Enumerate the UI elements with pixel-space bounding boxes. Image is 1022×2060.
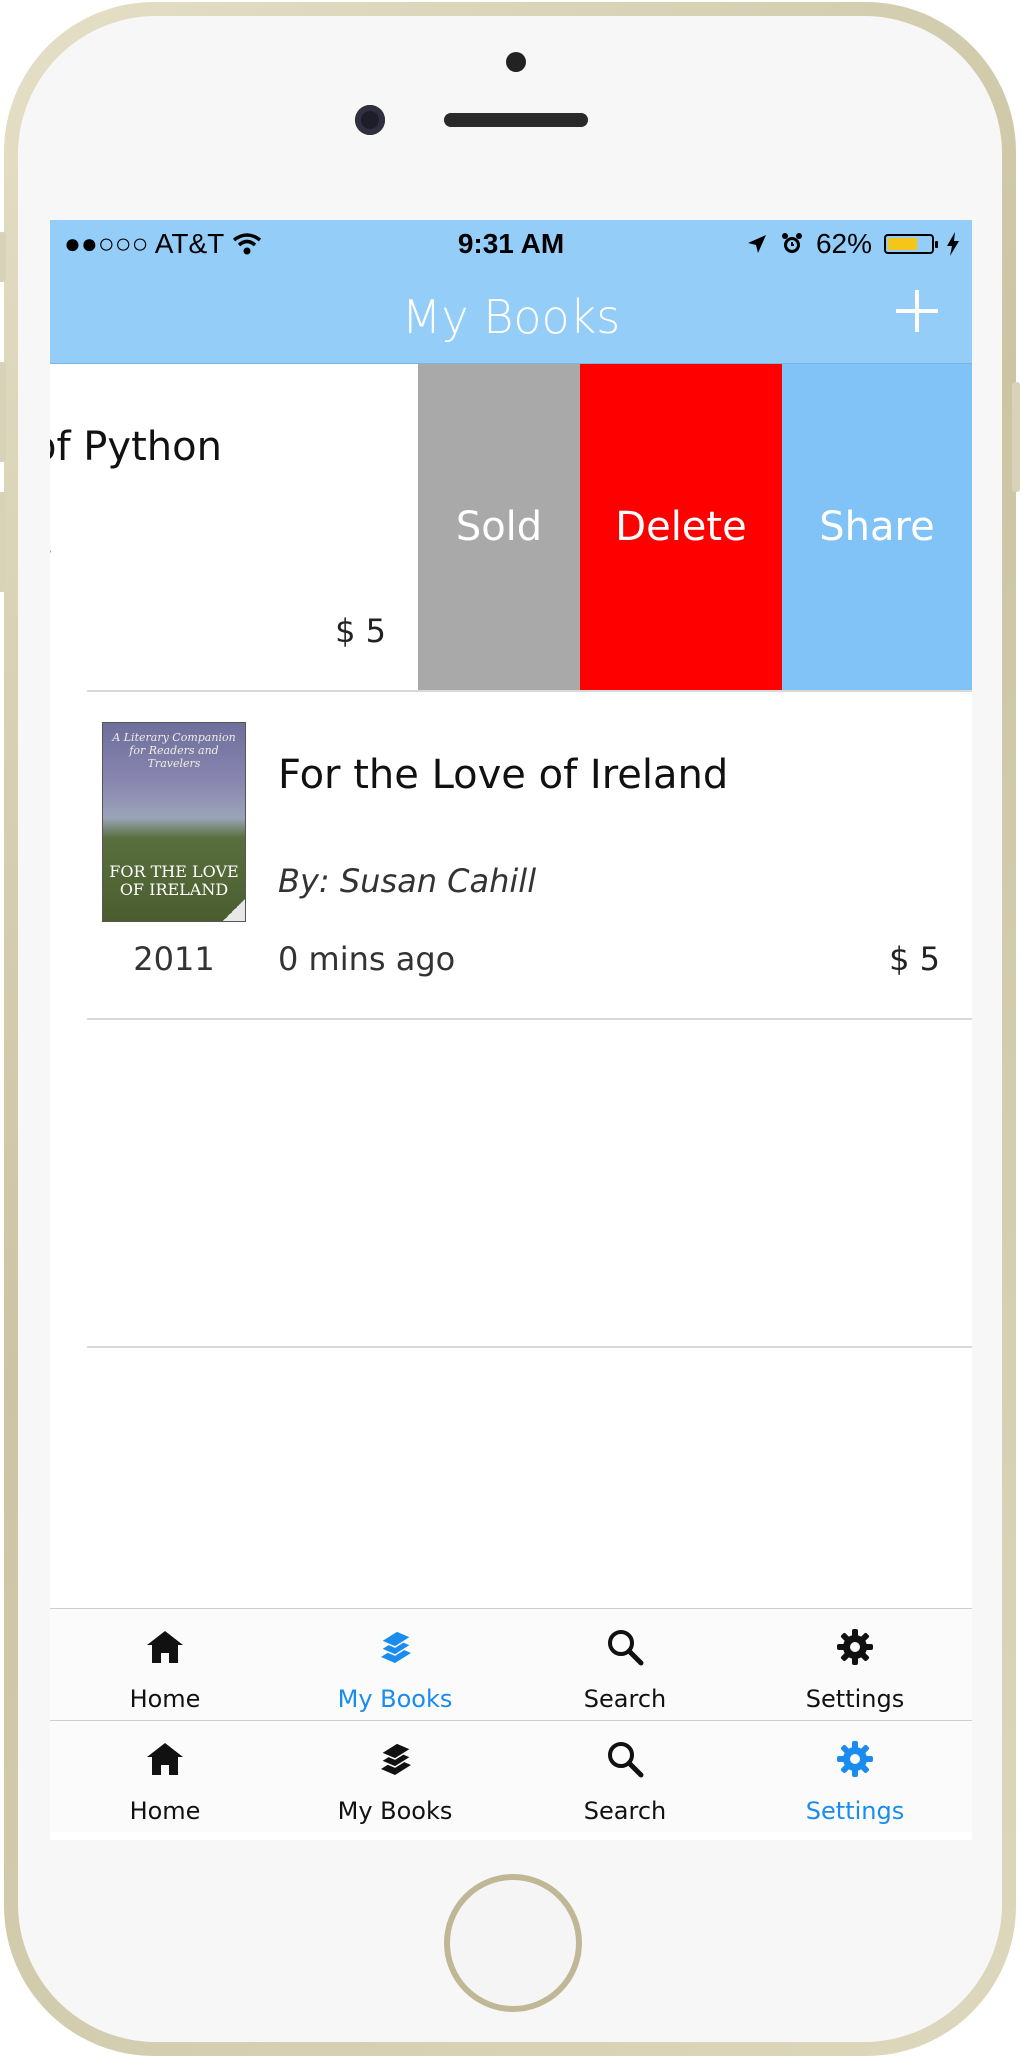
gear-icon [837, 1629, 873, 1665]
search-icon [608, 1630, 644, 1666]
front-camera [355, 105, 385, 135]
book-title: of Python [50, 424, 222, 470]
navigation-bar: My Books [50, 264, 972, 364]
book-year: 2011 [133, 940, 215, 978]
page-curl [223, 899, 245, 921]
tab-label: Search [583, 1797, 667, 1825]
charging-bolt-icon [947, 232, 959, 256]
home-icon [147, 1743, 183, 1775]
tab-settings[interactable]: Settings [740, 1721, 970, 1833]
tab-label: Search [583, 1685, 667, 1713]
cover-subtitle: A Literary Companion for Readers and Tra… [112, 731, 236, 770]
tab-label: My Books [337, 1797, 453, 1825]
search-icon [608, 1742, 644, 1778]
book-title: For the Love of Ireland [278, 752, 729, 798]
tab-label: Home [129, 1685, 201, 1713]
volume-up-button [0, 362, 6, 462]
book-cover-image: A Literary Companion for Readers and Tra… [102, 722, 246, 922]
book-price: $ 5 [335, 612, 386, 650]
cover-title: FOR THE LOVE OF IRELAND [109, 862, 239, 899]
battery-percent: 62% [815, 228, 872, 259]
book-author: By: Susan Cahill [278, 862, 537, 900]
row-divider [87, 1346, 972, 1348]
add-book-button[interactable] [892, 286, 942, 336]
list-item[interactable]: A Literary Companion for Readers and Tra… [50, 692, 972, 1018]
tab-search[interactable]: Search [510, 1721, 740, 1833]
books-icon [379, 1630, 413, 1663]
tab-search[interactable]: Search [510, 1609, 740, 1721]
tab-home[interactable]: Home [50, 1721, 280, 1833]
tab-label: Settings [805, 1797, 905, 1825]
tab-home[interactable]: Home [50, 1609, 280, 1721]
delete-button[interactable]: Delete [580, 364, 782, 690]
list-item-content[interactable]: of Python rt $ 5 [50, 364, 418, 690]
page-title: My Books [401, 290, 621, 344]
screen: ●●○○○ AT&T 9:31 AM 62% My Books of Pytho… [50, 220, 972, 1840]
sold-button[interactable]: Sold [418, 364, 580, 690]
battery-icon [884, 234, 938, 254]
proximity-sensor [506, 52, 526, 72]
posted-time: 0 mins ago [278, 940, 456, 978]
tab-settings[interactable]: Settings [740, 1609, 970, 1721]
gear-icon [837, 1741, 873, 1777]
home-button[interactable] [444, 1874, 582, 2012]
tab-label: Home [129, 1797, 201, 1825]
home-icon [147, 1631, 183, 1663]
books-icon [379, 1742, 413, 1775]
location-arrow-icon [747, 235, 766, 253]
volume-down-button [0, 492, 6, 592]
status-bar: ●●○○○ AT&T 9:31 AM 62% [50, 220, 972, 264]
tab-bar-upper: Home My Books Search Settings [50, 1608, 972, 1720]
tab-bar-lower: Home My Books Search Settings [50, 1720, 972, 1832]
share-button[interactable]: Share [782, 364, 972, 690]
row-divider [87, 1018, 972, 1020]
book-price: $ 5 [889, 940, 940, 978]
list-item[interactable]: of Python rt $ 5 Sold Delete Share [50, 364, 972, 690]
tab-label: Settings [805, 1685, 905, 1713]
power-button [1012, 382, 1020, 492]
tab-my-books[interactable]: My Books [280, 1721, 510, 1833]
alarm-icon [781, 233, 802, 253]
earpiece-speaker [444, 113, 588, 127]
silent-switch [0, 232, 6, 282]
tab-label: My Books [337, 1685, 453, 1713]
tab-my-books[interactable]: My Books [280, 1609, 510, 1721]
